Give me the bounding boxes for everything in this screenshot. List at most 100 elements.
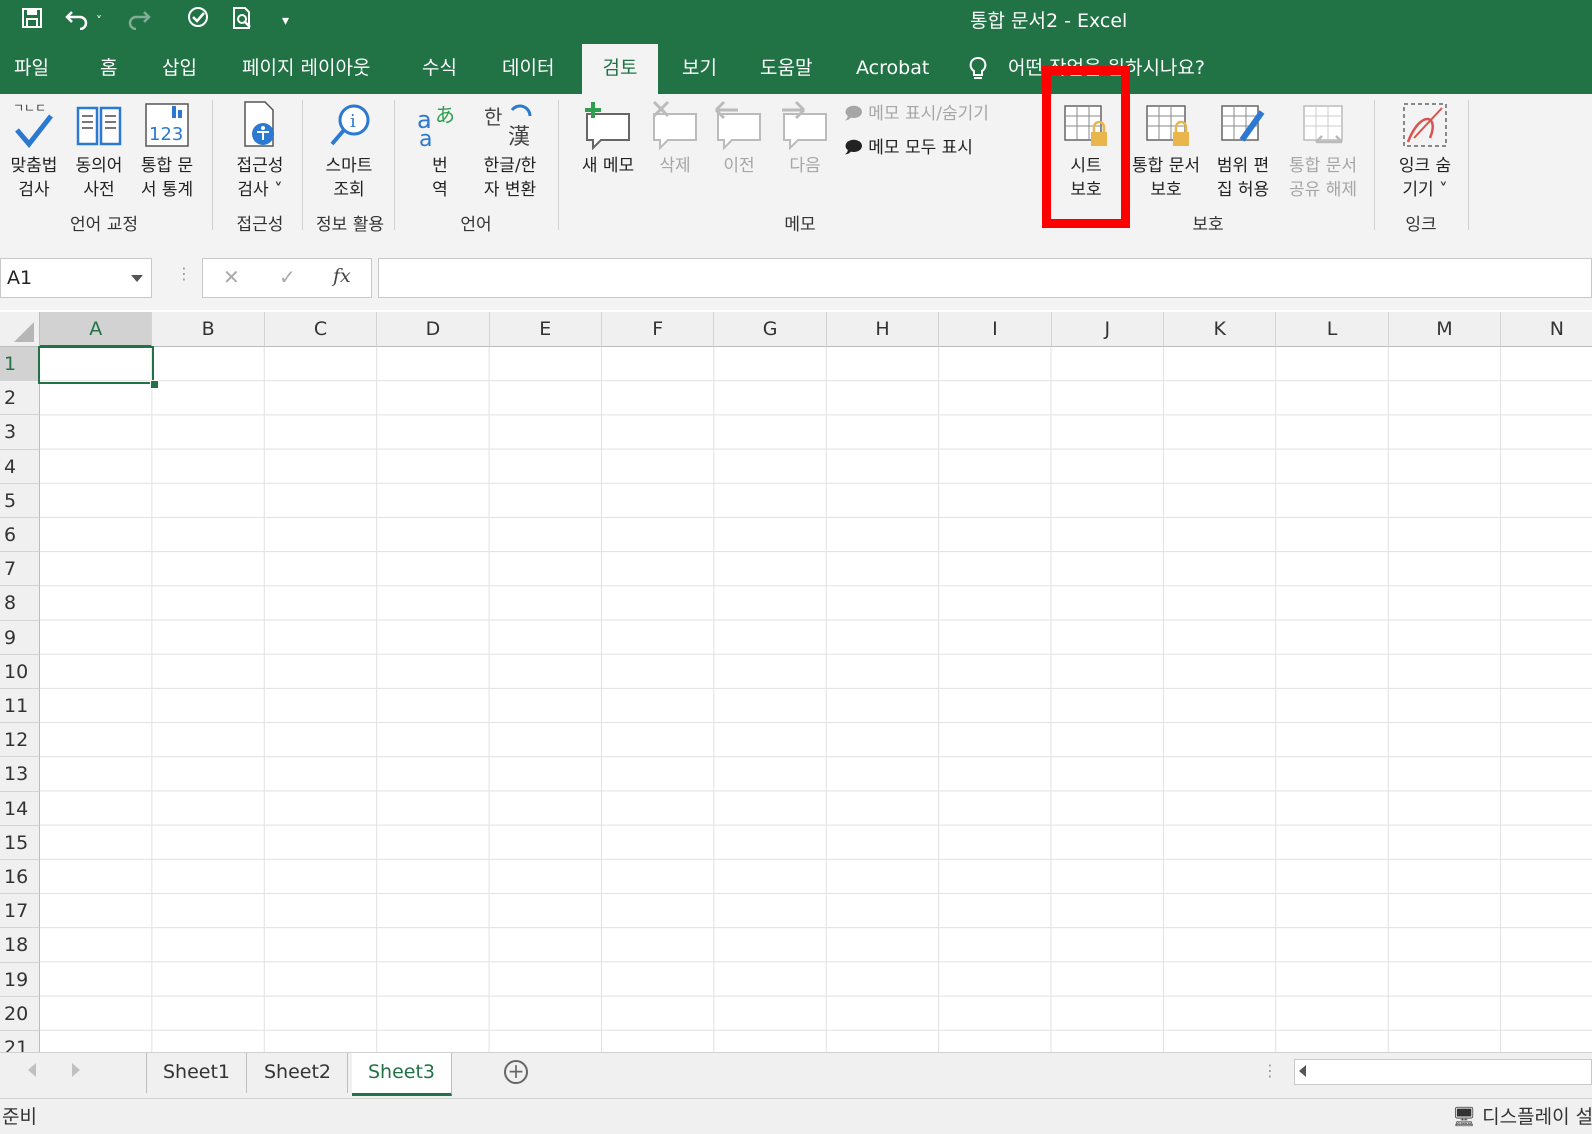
show-hide-comment-button[interactable]: 🗩 메모 표시/숨기기 — [844, 102, 989, 126]
row-header[interactable]: 10 — [0, 654, 40, 689]
check-accessibility-button[interactable]: 접근성 검사 ˅ — [222, 100, 298, 202]
hangul-hanja-button[interactable]: 한漢 한글/한 자 변환 — [470, 100, 550, 202]
row-header[interactable]: 11 — [0, 689, 40, 724]
row-header[interactable]: 2 — [0, 381, 40, 416]
column-header[interactable]: K — [1164, 312, 1277, 347]
tab-home[interactable]: 홈 — [96, 44, 121, 94]
tab-page-layout[interactable]: 페이지 레이아웃 — [238, 44, 374, 94]
row-header[interactable]: 18 — [0, 928, 40, 963]
row-header[interactable]: 13 — [0, 757, 40, 792]
row-header[interactable]: 21 — [0, 1031, 40, 1052]
column-header[interactable]: N — [1501, 312, 1592, 347]
fill-handle[interactable] — [150, 380, 159, 389]
group-insights: 정보 활용 — [316, 215, 384, 235]
row-header[interactable]: 4 — [0, 449, 40, 484]
svg-text:a: a — [419, 127, 432, 150]
ribbon-separator — [394, 100, 395, 230]
horizontal-scrollbar[interactable] — [1294, 1059, 1592, 1085]
svg-text:123: 123 — [149, 124, 183, 145]
column-header[interactable]: B — [152, 312, 265, 347]
column-header[interactable]: F — [602, 312, 715, 347]
new-comment-button[interactable]: 새 메모 — [572, 100, 644, 178]
allow-edit-ranges-button[interactable]: 범위 편 집 허용 — [1208, 100, 1278, 202]
row-header[interactable]: 6 — [0, 518, 40, 553]
row-header[interactable]: 8 — [0, 586, 40, 621]
active-cell[interactable] — [38, 346, 154, 384]
svg-text:ㄱㄴㄷ: ㄱㄴㄷ — [13, 101, 46, 115]
sheet-tab-sheet1[interactable]: Sheet1 — [146, 1053, 248, 1093]
tab-help[interactable]: 도움말 — [756, 44, 816, 94]
column-header[interactable]: D — [377, 312, 490, 347]
name-box[interactable]: A1 — [0, 258, 152, 298]
tab-data[interactable]: 데이터 — [498, 44, 558, 94]
ribbon-separator — [558, 100, 559, 230]
select-all-corner[interactable] — [0, 312, 40, 347]
row-header[interactable]: 9 — [0, 620, 40, 655]
customize-qat-icon[interactable]: ▾ — [282, 6, 289, 36]
column-header[interactable]: E — [489, 312, 602, 347]
touch-mode-icon[interactable] — [184, 6, 212, 36]
undo-icon[interactable] — [64, 6, 90, 36]
row-header[interactable]: 15 — [0, 825, 40, 860]
row-header[interactable]: 12 — [0, 723, 40, 758]
column-header[interactable]: H — [826, 312, 940, 347]
chevron-down-icon[interactable] — [131, 275, 143, 282]
spelling-button[interactable]: ㄱㄴㄷ 맞춤법 검사 — [2, 100, 66, 202]
drag-handle-icon[interactable]: ⋮ — [176, 264, 192, 283]
previous-comment-button[interactable]: 이전 — [708, 100, 770, 178]
smart-lookup-button[interactable]: i 스마트 조회 — [310, 100, 388, 202]
row-header[interactable]: 20 — [0, 996, 40, 1031]
column-header[interactable]: L — [1276, 312, 1389, 347]
print-preview-icon[interactable] — [230, 6, 256, 36]
undo-dropdown-icon[interactable]: ˅ — [96, 6, 102, 36]
tab-file[interactable]: 파일 — [10, 44, 53, 94]
next-comment-button[interactable]: 다음 — [774, 100, 836, 178]
row-header[interactable]: 1 — [0, 347, 40, 382]
tab-split-handle-icon[interactable]: ⋮ — [1262, 1061, 1278, 1080]
row-header[interactable]: 7 — [0, 552, 40, 587]
tab-review[interactable]: 검토 — [582, 44, 658, 94]
tab-view[interactable]: 보기 — [678, 44, 721, 94]
enter-icon[interactable]: ✓ — [279, 265, 296, 289]
thesaurus-button[interactable]: 동의어 사전 — [66, 100, 132, 202]
formula-input[interactable] — [378, 258, 1592, 298]
display-settings-button[interactable]: 🖥 디스플레이 설 — [1452, 1102, 1592, 1129]
cell-area[interactable] — [40, 347, 1592, 1052]
redo-icon[interactable] — [126, 6, 152, 36]
insert-function-icon[interactable]: fx — [333, 265, 351, 287]
cancel-icon[interactable]: ✕ — [223, 265, 240, 289]
hide-ink-button[interactable]: 잉크 숨 기기 ˅ — [1386, 100, 1464, 202]
sheet-tab-sheet3[interactable]: Sheet3 — [352, 1053, 453, 1096]
column-header[interactable]: C — [264, 312, 378, 347]
row-header[interactable]: 14 — [0, 791, 40, 826]
delete-comment-button[interactable]: 삭제 — [644, 100, 706, 178]
row-header[interactable]: 16 — [0, 860, 40, 895]
scroll-left-icon[interactable] — [1299, 1065, 1306, 1077]
row-header[interactable]: 5 — [0, 483, 40, 518]
protect-workbook-button[interactable]: 통합 문서 보호 — [1124, 100, 1208, 202]
column-header[interactable]: I — [939, 312, 1052, 347]
show-all-comments-button[interactable]: 🗩 메모 모두 표시 — [844, 136, 973, 160]
column-header[interactable]: J — [1051, 312, 1164, 347]
sheet-next-icon[interactable] — [72, 1063, 80, 1077]
sheet-tab-sheet2[interactable]: Sheet2 — [248, 1053, 349, 1093]
column-header[interactable]: G — [714, 312, 827, 347]
column-header[interactable]: A — [40, 312, 153, 347]
save-icon[interactable] — [20, 6, 44, 36]
row-header[interactable]: 19 — [0, 962, 40, 997]
tab-formulas[interactable]: 수식 — [418, 44, 461, 94]
row-header[interactable]: 17 — [0, 894, 40, 929]
tab-acrobat[interactable]: Acrobat — [852, 44, 933, 94]
unshare-workbook-button[interactable]: 통합 문서 공유 해제 — [1280, 100, 1366, 202]
workbook-statistics-button[interactable]: 123 통합 문 서 통계 — [132, 100, 202, 202]
svg-text:i: i — [350, 111, 356, 132]
add-sheet-icon[interactable]: + — [504, 1060, 528, 1084]
comment-outline-icon: 🗩 — [844, 104, 869, 124]
accessibility-icon — [244, 101, 274, 147]
row-header[interactable]: 3 — [0, 415, 40, 450]
sheet-prev-icon[interactable] — [28, 1063, 36, 1077]
tab-insert[interactable]: 삽입 — [158, 44, 201, 94]
group-accessibility: 접근성 — [236, 215, 284, 235]
translate-button[interactable]: aあa 번 역 — [410, 100, 470, 202]
column-header[interactable]: M — [1388, 312, 1502, 347]
